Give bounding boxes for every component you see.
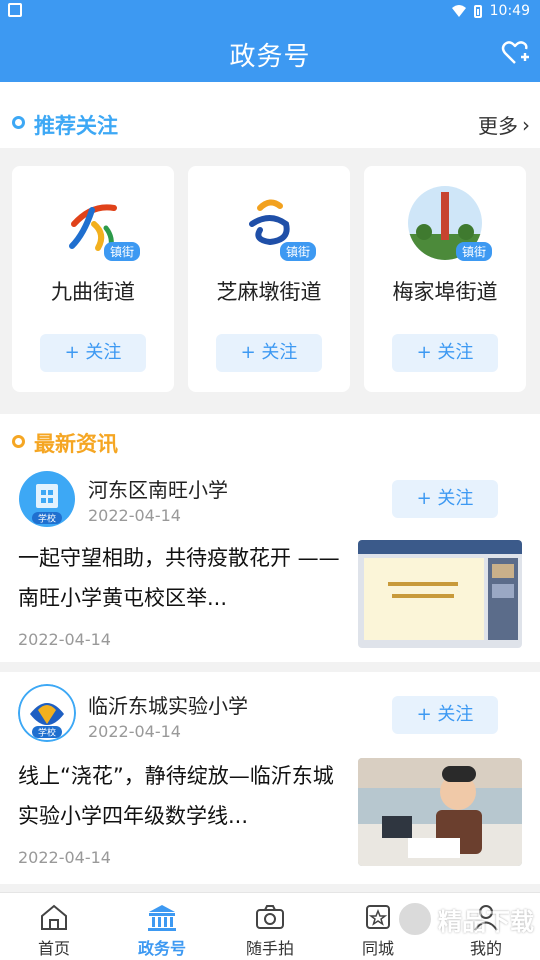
more-link[interactable]: 更多 › — [478, 110, 530, 139]
camera-icon — [256, 905, 284, 929]
school-avatar-icon: 学校 — [18, 684, 76, 742]
recommend-card[interactable]: 镇街 芝麻墩街道 + 关注 — [188, 166, 350, 392]
card-tag: 镇街 — [455, 242, 492, 261]
recommend-card[interactable]: 镇街 九曲街道 + 关注 — [12, 166, 174, 392]
tab-label: 同城 — [361, 939, 394, 958]
news-source[interactable]: 临沂东城实验小学 — [88, 690, 248, 719]
news-source-date: 2022-04-14 — [88, 506, 181, 525]
tab-snapshot[interactable]: 随手拍 — [216, 901, 324, 959]
avatar-badge: 学校 — [38, 727, 56, 739]
news-thumbnail[interactable] — [358, 540, 522, 648]
card-name: 芝麻墩街道 — [216, 280, 322, 304]
page-title: 政务号 — [229, 42, 311, 72]
card-tag: 镇街 — [279, 242, 316, 261]
chevron-right-icon: › — [522, 112, 530, 137]
notification-icon — [8, 3, 22, 17]
news-source-date: 2022-04-14 — [88, 722, 181, 741]
app-bar: 政务号 — [0, 22, 540, 82]
recommended-title: 推荐关注 — [34, 114, 118, 138]
follow-button[interactable]: + 关注 — [392, 696, 498, 734]
heart-plus-icon[interactable] — [500, 38, 530, 68]
news-item[interactable]: 学校 临沂东城实验小学 2022-04-14 + 关注 线上“浇花”，静待绽放—… — [0, 672, 540, 884]
news-thumbnail[interactable] — [358, 758, 522, 866]
news-source[interactable]: 河东区南旺小学 — [88, 474, 228, 503]
section-dot-icon — [12, 435, 25, 448]
follow-button[interactable]: + 关注 — [392, 480, 498, 518]
avatar-badge: 学校 — [38, 513, 56, 525]
card-name: 九曲街道 — [51, 280, 135, 304]
recommended-header: 推荐关注 — [0, 102, 540, 142]
follow-button[interactable]: + 关注 — [392, 334, 498, 372]
government-building-icon — [148, 905, 176, 931]
latest-title: 最新资讯 — [34, 432, 118, 456]
follow-button[interactable]: + 关注 — [216, 334, 322, 372]
tab-label: 我的 — [469, 939, 502, 958]
tab-label: 随手拍 — [245, 939, 294, 958]
news-date: 2022-04-14 — [18, 848, 111, 867]
school-avatar-icon: 学校 — [19, 471, 75, 527]
tab-home[interactable]: 首页 — [0, 901, 108, 959]
watermark-logo-icon — [396, 900, 434, 938]
watermark-text: 精品下载 — [438, 907, 534, 936]
news-date: 2022-04-14 — [18, 630, 111, 649]
watermark: 精品下载 — [396, 900, 534, 938]
card-tag: 镇街 — [103, 242, 140, 261]
more-label: 更多 — [478, 114, 518, 138]
recommend-card[interactable]: 镇街 梅家埠街道 + 关注 — [364, 166, 526, 392]
tab-label: 政务号 — [137, 939, 186, 958]
tab-label: 首页 — [37, 939, 70, 958]
section-dot-icon — [12, 116, 25, 129]
news-headline[interactable]: 一起守望相助，共待疫散花开 ——南旺小学黄屯校区举... — [18, 538, 348, 618]
wifi-icon — [451, 5, 466, 17]
card-name: 梅家埠街道 — [392, 280, 498, 304]
city-icon — [366, 905, 390, 929]
battery-icon — [473, 4, 482, 18]
status-bar: 10:49 — [0, 0, 540, 22]
follow-button[interactable]: + 关注 — [40, 334, 146, 372]
tab-government[interactable]: 政务号 — [108, 901, 216, 959]
home-icon — [41, 904, 67, 930]
news-headline[interactable]: 线上“浇花”，静待绽放—临沂东城实验小学四年级数学线... — [18, 756, 348, 836]
status-time: 10:49 — [489, 3, 530, 19]
news-item[interactable]: 学校 河东区南旺小学 2022-04-14 + 关注 一起守望相助，共待疫散花开… — [0, 458, 540, 662]
